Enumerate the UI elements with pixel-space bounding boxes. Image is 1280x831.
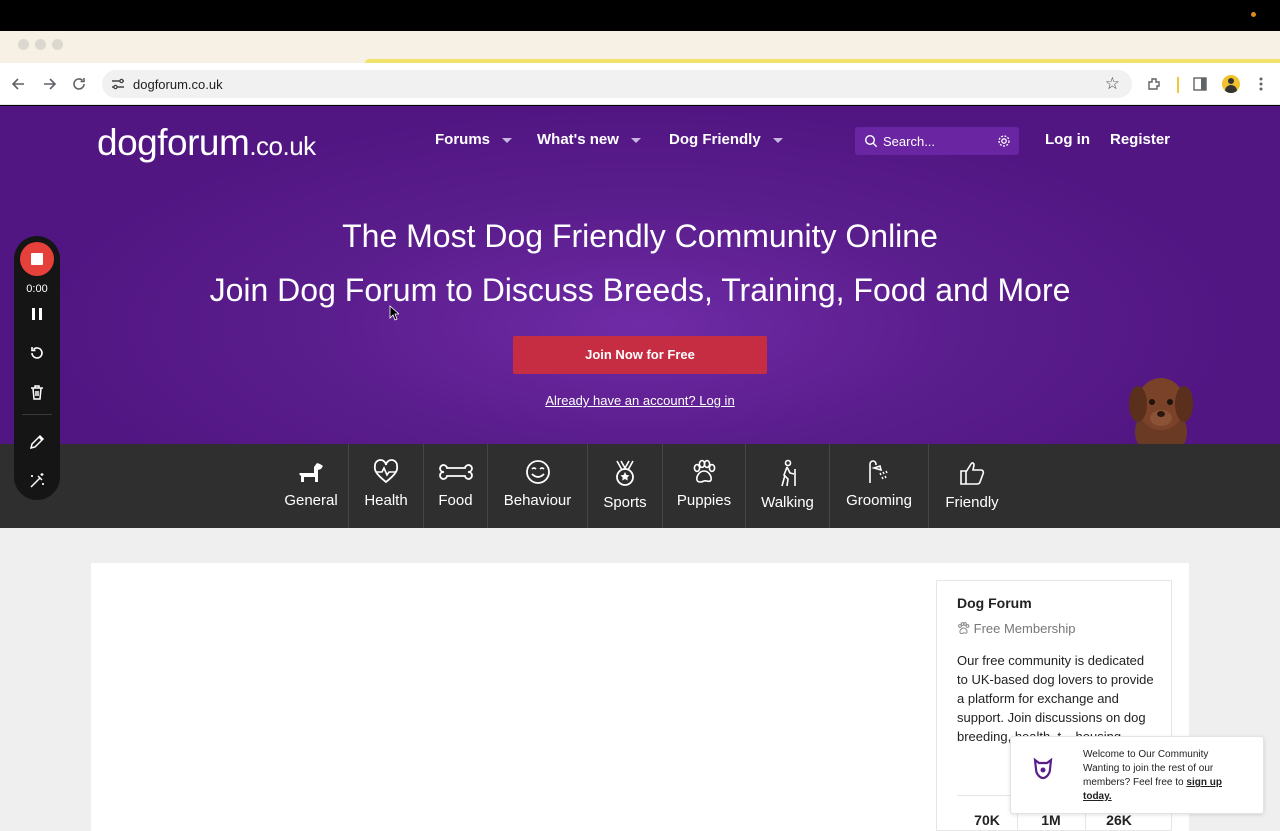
recorder-divider	[22, 414, 52, 415]
logo-text: dogforum	[97, 122, 250, 163]
search-icon	[864, 134, 878, 148]
hero-subtitle: Join Dog Forum to Discuss Breeds, Traini…	[209, 272, 1071, 308]
bone-icon	[438, 464, 473, 480]
sidebar-description: Our free community is dedicated to UK-ba…	[957, 653, 1154, 744]
category-behaviour[interactable]: Behaviour	[488, 444, 587, 528]
toast-heading: Welcome to Our Community	[1083, 749, 1209, 760]
window-zoom-button[interactable]	[52, 39, 63, 50]
window-minimize-button[interactable]	[35, 39, 46, 50]
toast-text: Welcome to Our Community Wanting to join…	[1083, 748, 1243, 804]
profile-avatar[interactable]	[1222, 75, 1240, 93]
search-input[interactable]: Search...	[855, 127, 1019, 155]
toolbar-separator	[1177, 77, 1179, 93]
nav-forums[interactable]: Forums	[435, 131, 513, 148]
mouse-cursor-icon	[389, 305, 399, 321]
chevron-down-icon[interactable]	[630, 137, 641, 143]
logo-tld: .co.uk	[249, 131, 316, 161]
nav-whats-new[interactable]: What's new	[537, 131, 641, 148]
category-walking[interactable]: Walking	[746, 444, 829, 528]
category-label: Behaviour	[503, 492, 572, 509]
category-label: Food	[438, 492, 473, 509]
tab-strip	[0, 31, 1280, 63]
join-now-button[interactable]: Join Now for Free	[513, 336, 767, 374]
category-label: Health	[364, 492, 408, 509]
category-food[interactable]: Food	[424, 444, 487, 528]
category-label: General	[284, 492, 338, 509]
url-text: dogforum.co.uk	[133, 77, 223, 92]
dog-tag-icon	[1033, 757, 1053, 780]
browser-toolbar: dogforum.co.uk ☆	[0, 63, 1280, 105]
back-icon[interactable]	[9, 74, 29, 94]
paw-icon	[693, 459, 716, 483]
sidebar-title: Dog Forum	[957, 595, 1032, 611]
address-bar[interactable]: dogforum.co.uk ☆	[102, 70, 1132, 98]
nav-dog-friendly-label: Dog Friendly	[669, 131, 761, 148]
extensions-icon[interactable]	[1145, 74, 1165, 94]
chevron-down-icon[interactable]	[772, 137, 783, 143]
heart-pulse-icon	[373, 459, 399, 484]
screen-recorder-widget: 0:00	[14, 236, 60, 500]
dog-icon	[299, 463, 323, 482]
welcome-toast: Welcome to Our Community Wanting to join…	[1010, 736, 1264, 814]
pause-icon[interactable]	[27, 304, 47, 324]
status-dot	[1251, 12, 1256, 17]
stat-messages: 1M	[1041, 812, 1061, 828]
category-health[interactable]: Health	[349, 444, 423, 528]
site-settings-icon[interactable]	[110, 76, 126, 92]
nav-whats-new-label: What's new	[537, 131, 619, 148]
bookmark-star-icon[interactable]: ☆	[1105, 74, 1120, 94]
side-panel-icon[interactable]	[1190, 74, 1210, 94]
category-general[interactable]: General	[274, 444, 348, 528]
shower-icon	[869, 460, 888, 483]
thumbs-up-icon	[960, 462, 985, 485]
chevron-down-icon[interactable]	[502, 137, 513, 143]
restart-icon[interactable]	[27, 343, 47, 363]
category-bar: General Health Food Behaviour Sports Pup…	[0, 444, 1280, 528]
smile-icon	[525, 460, 550, 484]
hero-title: The Most Dog Friendly Community Online	[342, 218, 938, 254]
site-hero: dogforum.co.uk Forums What's new Dog Fri…	[0, 106, 1280, 444]
category-label: Sports	[603, 494, 647, 511]
category-grooming[interactable]: Grooming	[830, 444, 928, 528]
magic-wand-icon[interactable]	[27, 471, 47, 491]
pencil-icon[interactable]	[27, 432, 47, 452]
category-sports[interactable]: Sports	[588, 444, 662, 528]
stop-recording-button[interactable]	[20, 242, 54, 276]
category-label: Puppies	[676, 492, 732, 509]
stat-members: 26K	[1106, 812, 1132, 828]
category-label: Friendly	[945, 494, 999, 511]
category-label: Walking	[761, 494, 814, 511]
nav-dog-friendly[interactable]: Dog Friendly	[669, 131, 783, 148]
already-link-text: Already have an account? Log in	[545, 393, 735, 408]
search-placeholder: Search...	[883, 134, 936, 149]
stat-threads: 70K	[974, 812, 1000, 828]
hiker-icon	[780, 459, 796, 487]
recording-timer: 0:00	[26, 283, 48, 295]
category-puppies[interactable]: Puppies	[663, 444, 745, 528]
nav-forums-label: Forums	[435, 131, 491, 148]
window-close-button[interactable]	[18, 39, 29, 50]
trash-icon[interactable]	[27, 382, 47, 402]
sidebar-subtitle: Free Membership	[957, 621, 1076, 636]
medal-icon	[616, 460, 634, 486]
site-logo[interactable]: dogforum.co.uk	[97, 122, 316, 164]
sidebar-subtitle-text: Free Membership	[973, 621, 1076, 636]
category-friendly[interactable]: Friendly	[929, 444, 1015, 528]
os-top-bar	[0, 0, 1280, 31]
register-link[interactable]: Register	[1110, 131, 1170, 148]
search-options-gear-icon[interactable]	[997, 134, 1011, 148]
category-label: Grooming	[846, 492, 912, 509]
forward-icon[interactable]	[39, 74, 59, 94]
reload-icon[interactable]	[69, 74, 89, 94]
login-link[interactable]: Log in	[1045, 131, 1090, 148]
more-menu-icon[interactable]	[1251, 74, 1271, 94]
already-have-account-link[interactable]: Already have an account? Log in	[0, 393, 1280, 408]
paw-icon	[958, 622, 970, 634]
